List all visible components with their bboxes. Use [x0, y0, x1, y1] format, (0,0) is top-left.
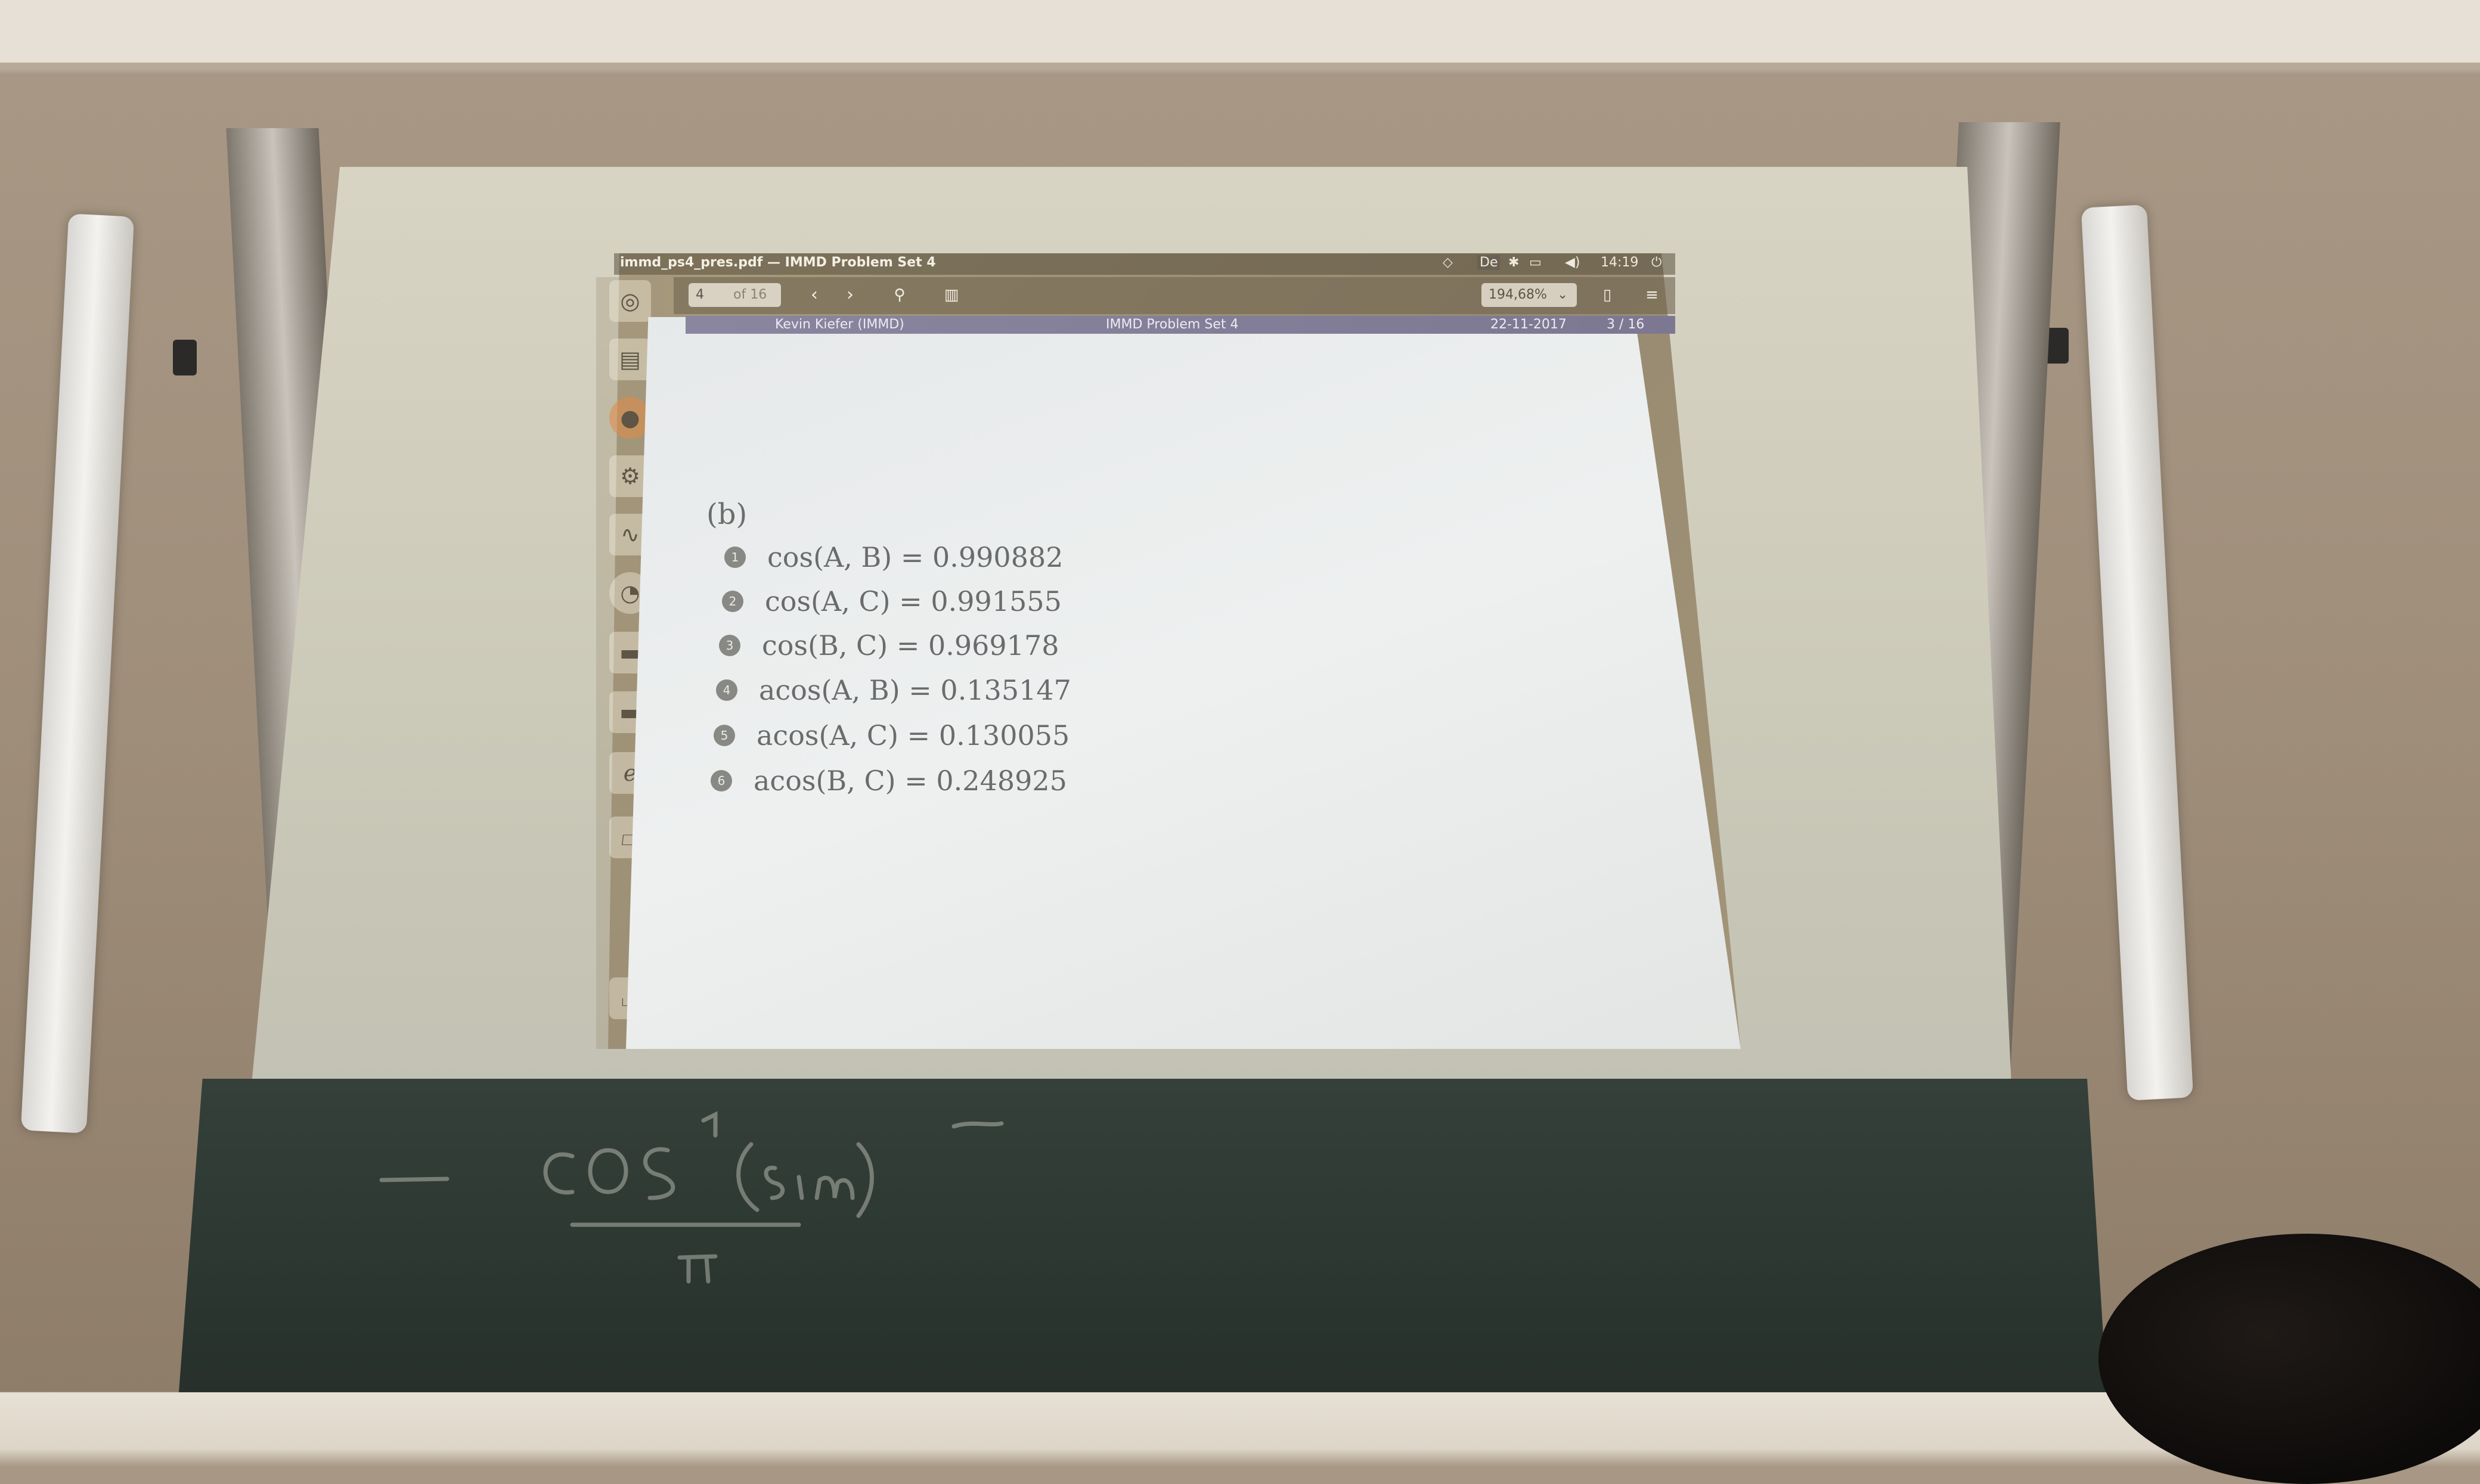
page-count: of 16 [733, 287, 767, 302]
item-text: cos(A, B) = 0.990882 [767, 541, 1064, 573]
document-icon[interactable]: ▯ [1595, 283, 1620, 307]
network-icon[interactable]: ◇ [1443, 255, 1453, 270]
search-icon[interactable]: ⚲ [887, 283, 912, 307]
clock[interactable]: 14:19 [1601, 255, 1638, 270]
item-text: acos(A, C) = 0.130055 [757, 719, 1070, 752]
battery-icon[interactable]: ▭ [1529, 255, 1542, 270]
window-title: immd_ps4_pres.pdf — IMMD Problem Set 4 [620, 255, 936, 270]
bluetooth-icon[interactable]: ✱ [1508, 255, 1519, 270]
list-item: 6 acos(B, C) = 0.248925 [711, 765, 1067, 797]
audience-head [2098, 1234, 2480, 1484]
item-number: 4 [716, 679, 737, 701]
sidebar-icon[interactable]: ▥ [939, 283, 964, 307]
slide-page: 3 / 16 [1607, 317, 1645, 332]
slide-title: IMMD Problem Set 4 [1106, 317, 1239, 332]
item-text: cos(B, C) = 0.969178 [762, 629, 1059, 662]
ceiling [0, 0, 2480, 66]
left-speaker [20, 213, 135, 1134]
slide-date: 22-11-2017 [1490, 317, 1567, 332]
page-number-field[interactable]: 4 of 16 [689, 283, 781, 307]
item-number: 3 [719, 635, 740, 656]
item-number: 5 [714, 725, 735, 746]
current-page: 4 [696, 287, 704, 302]
chalk-scribbles [379, 1111, 1004, 1284]
list-item: 3 cos(B, C) = 0.969178 [719, 629, 1059, 662]
volume-icon[interactable]: ◀) [1565, 255, 1580, 270]
chevron-down-icon: ⌄ [1557, 287, 1568, 302]
ceiling-edge [0, 63, 2480, 69]
item-number: 1 [724, 547, 746, 568]
item-number: 6 [711, 770, 732, 791]
right-speaker [2081, 204, 2194, 1101]
item-text: acos(A, B) = 0.135147 [759, 674, 1071, 706]
firefox-icon[interactable]: ● [609, 397, 651, 439]
speaker-bracket [173, 340, 197, 375]
item-text: acos(B, C) = 0.248925 [754, 765, 1067, 797]
list-item: 5 acos(A, C) = 0.130055 [714, 719, 1070, 752]
item-text: cos(A, C) = 0.991555 [765, 585, 1062, 617]
previous-page-icon[interactable]: ‹ [802, 283, 827, 307]
keyboard-indicator[interactable]: De [1477, 255, 1501, 270]
item-number: 2 [722, 591, 743, 612]
ubuntu-icon[interactable]: ◎ [609, 280, 651, 322]
list-item: 4 acos(A, B) = 0.135147 [716, 674, 1071, 706]
zoom-select[interactable]: 194,68% ⌄ [1481, 283, 1577, 307]
next-page-icon[interactable]: › [838, 283, 863, 307]
list-item: 2 cos(A, C) = 0.991555 [722, 585, 1062, 617]
list-item: 1 cos(A, B) = 0.990882 [724, 541, 1064, 573]
power-icon[interactable]: ⏻ [1651, 255, 1661, 270]
files-icon[interactable]: ▤ [609, 339, 651, 380]
slide-header: Kevin Kiefer (IMMD) IMMD Problem Set 4 2… [686, 316, 1675, 334]
section-label: (b) [706, 498, 748, 531]
menu-icon[interactable]: ≡ [1639, 283, 1664, 307]
zoom-value: 194,68% [1489, 287, 1547, 302]
slide-author: Kevin Kiefer (IMMD) [775, 317, 904, 332]
